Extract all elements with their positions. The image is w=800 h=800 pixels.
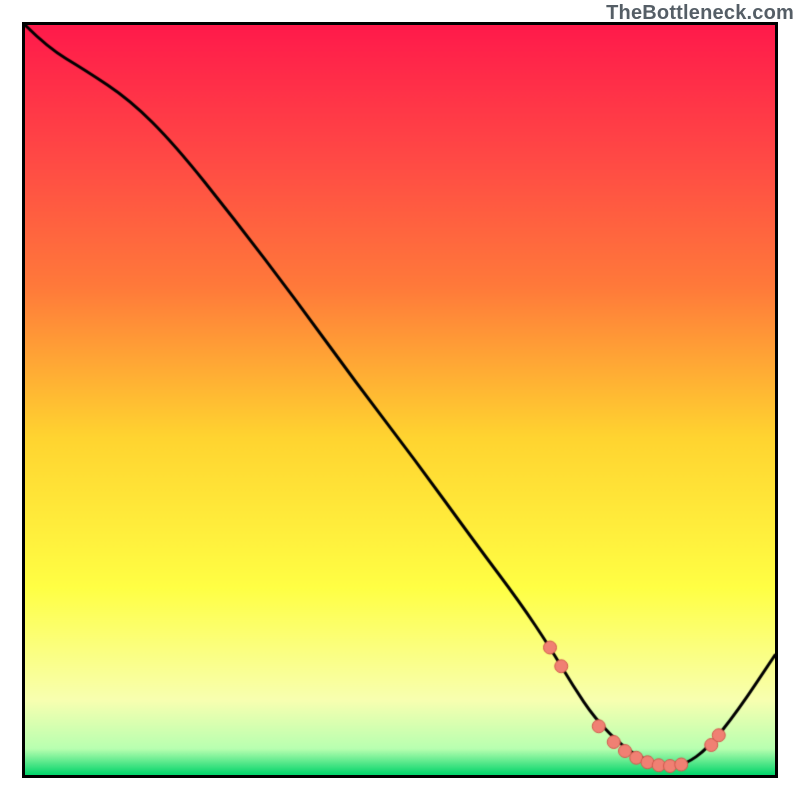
watermark-label: TheBottleneck.com: [606, 2, 794, 25]
highlight-dots: [25, 25, 775, 775]
chart-frame: TheBottleneck.com: [0, 0, 800, 800]
plot-area: [22, 22, 778, 778]
